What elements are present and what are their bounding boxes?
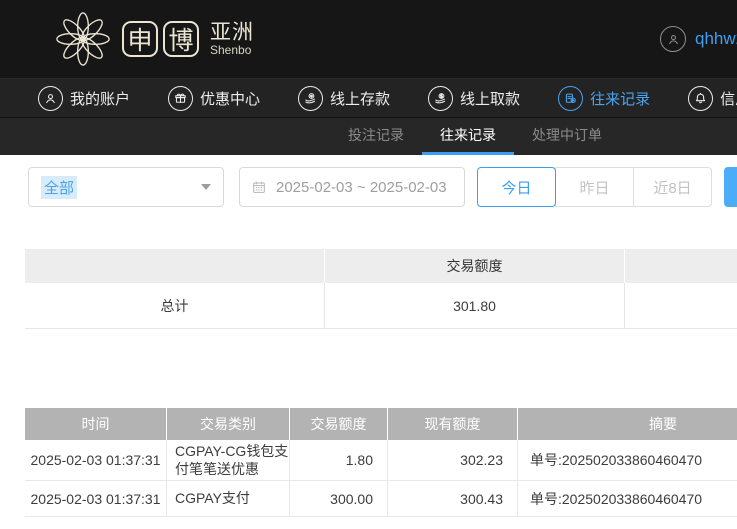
logo-text: 亚洲 Shenbo	[210, 20, 254, 57]
avatar-icon	[660, 26, 686, 52]
transactions-header-row: 时间 交易类别 交易额度 现有额度 摘要	[25, 408, 737, 440]
summary-total-row: 总计 301.80	[25, 283, 737, 329]
cell-balance: 302.23	[388, 440, 518, 481]
logo-char-box: 博	[163, 21, 199, 57]
withdraw-icon	[428, 85, 454, 111]
user-icon	[38, 85, 63, 111]
yesterday-button[interactable]: 昨日	[555, 167, 634, 207]
nav-label: 优惠中心	[200, 90, 261, 108]
site-logo[interactable]: 申 博 亚洲 Shenbo	[0, 10, 254, 68]
summary-header-cell	[25, 249, 325, 283]
summary-header-amount: 交易额度	[325, 249, 625, 283]
nav-item-promotions[interactable]: 优惠中心	[168, 85, 261, 111]
summary-empty-cell	[625, 283, 737, 329]
nav-item-messages[interactable]: 信息	[688, 85, 737, 111]
quick-date-buttons: 今日 昨日 近8日	[477, 167, 712, 207]
deposit-icon	[298, 85, 324, 111]
cell-type: CGPAY-CG钱包支付笔笔送优惠	[167, 440, 290, 481]
nav-item-transaction-records[interactable]: 往来记录	[558, 85, 651, 111]
top-bar: 申 博 亚洲 Shenbo qhhw2	[0, 0, 737, 78]
column-header-type: 交易类别	[167, 408, 290, 440]
table-row: 2025-02-03 01:37:31 CGPAY-CG钱包支付笔笔送优惠 1.…	[25, 440, 737, 481]
nav-item-withdraw[interactable]: 线上取款	[428, 85, 521, 111]
logo-latin-text: Shenbo	[210, 42, 252, 57]
nav-item-my-account[interactable]: 我的账户	[38, 85, 131, 111]
chevron-down-icon	[201, 184, 211, 190]
transaction-type-select[interactable]: 全部	[28, 167, 224, 207]
filter-row: 全部 2025-02-03 ~ 2025-02-03 今日 昨日 近8日	[28, 167, 737, 207]
table-row: 2025-02-03 01:37:31 CGPAY支付 300.00 300.4…	[25, 481, 737, 517]
bell-icon	[688, 85, 714, 111]
tab-betting-records[interactable]: 投注记录	[330, 118, 422, 155]
summary-header-cell	[625, 249, 737, 283]
date-range-text: 2025-02-03 ~ 2025-02-03	[276, 178, 447, 196]
today-button[interactable]: 今日	[477, 167, 556, 207]
cell-type: CGPAY支付	[167, 481, 290, 517]
username-text: qhhw2	[695, 29, 737, 48]
gift-icon	[168, 85, 194, 111]
nav-label: 我的账户	[70, 90, 131, 108]
nav-label: 往来记录	[590, 90, 651, 108]
summary-total-label: 总计	[25, 283, 325, 329]
summary-table: 交易额度 总计 301.80	[25, 249, 737, 329]
logo-char-box: 申	[122, 21, 158, 57]
cell-amount: 300.00	[290, 481, 388, 517]
logo-region-text: 亚洲	[210, 20, 254, 44]
column-header-amount: 交易额度	[290, 408, 388, 440]
cell-summary: 单号:202502033860460470	[518, 440, 737, 481]
tab-transaction-records[interactable]: 往来记录	[422, 118, 514, 155]
column-header-time: 时间	[25, 408, 167, 440]
logo-characters: 申 博	[122, 21, 199, 57]
cell-time: 2025-02-03 01:37:31	[25, 481, 167, 517]
summary-total-value: 301.80	[325, 283, 625, 329]
select-value: 全部	[41, 175, 78, 199]
calendar-icon	[253, 181, 265, 193]
main-nav: 我的账户 优惠中心 线上存款 线上取款 往来记录 信	[0, 78, 737, 118]
cell-amount: 1.80	[290, 440, 388, 481]
cell-balance: 300.43	[388, 481, 518, 517]
column-header-balance: 现有额度	[388, 408, 518, 440]
user-account[interactable]: qhhw2	[660, 0, 737, 78]
column-header-summary: 摘要	[518, 408, 737, 440]
tab-pending-orders[interactable]: 处理中订单	[514, 118, 620, 155]
last-8-days-button[interactable]: 近8日	[633, 167, 712, 207]
record-tabs: 投注记录 往来记录 处理中订单	[0, 118, 737, 155]
nav-label: 信息	[720, 90, 737, 108]
cell-time: 2025-02-03 01:37:31	[25, 440, 167, 481]
page: 申 博 亚洲 Shenbo qhhw2 我的账户 优惠中	[0, 0, 737, 517]
nav-label: 线上存款	[330, 90, 391, 108]
date-range-input[interactable]: 2025-02-03 ~ 2025-02-03	[239, 167, 465, 207]
flower-logo-icon	[56, 12, 110, 66]
nav-item-deposit[interactable]: 线上存款	[298, 85, 391, 111]
transactions-table: 时间 交易类别 交易额度 现有额度 摘要 2025-02-03 01:37:31…	[25, 408, 737, 517]
nav-label: 线上取款	[460, 90, 521, 108]
cell-summary: 单号:202502033860460470	[518, 481, 737, 517]
records-icon	[558, 85, 584, 111]
search-button[interactable]	[724, 167, 737, 207]
browser-viewport: 申 博 亚洲 Shenbo qhhw2 我的账户 优惠中	[0, 0, 737, 529]
summary-header-row: 交易额度	[25, 249, 737, 283]
